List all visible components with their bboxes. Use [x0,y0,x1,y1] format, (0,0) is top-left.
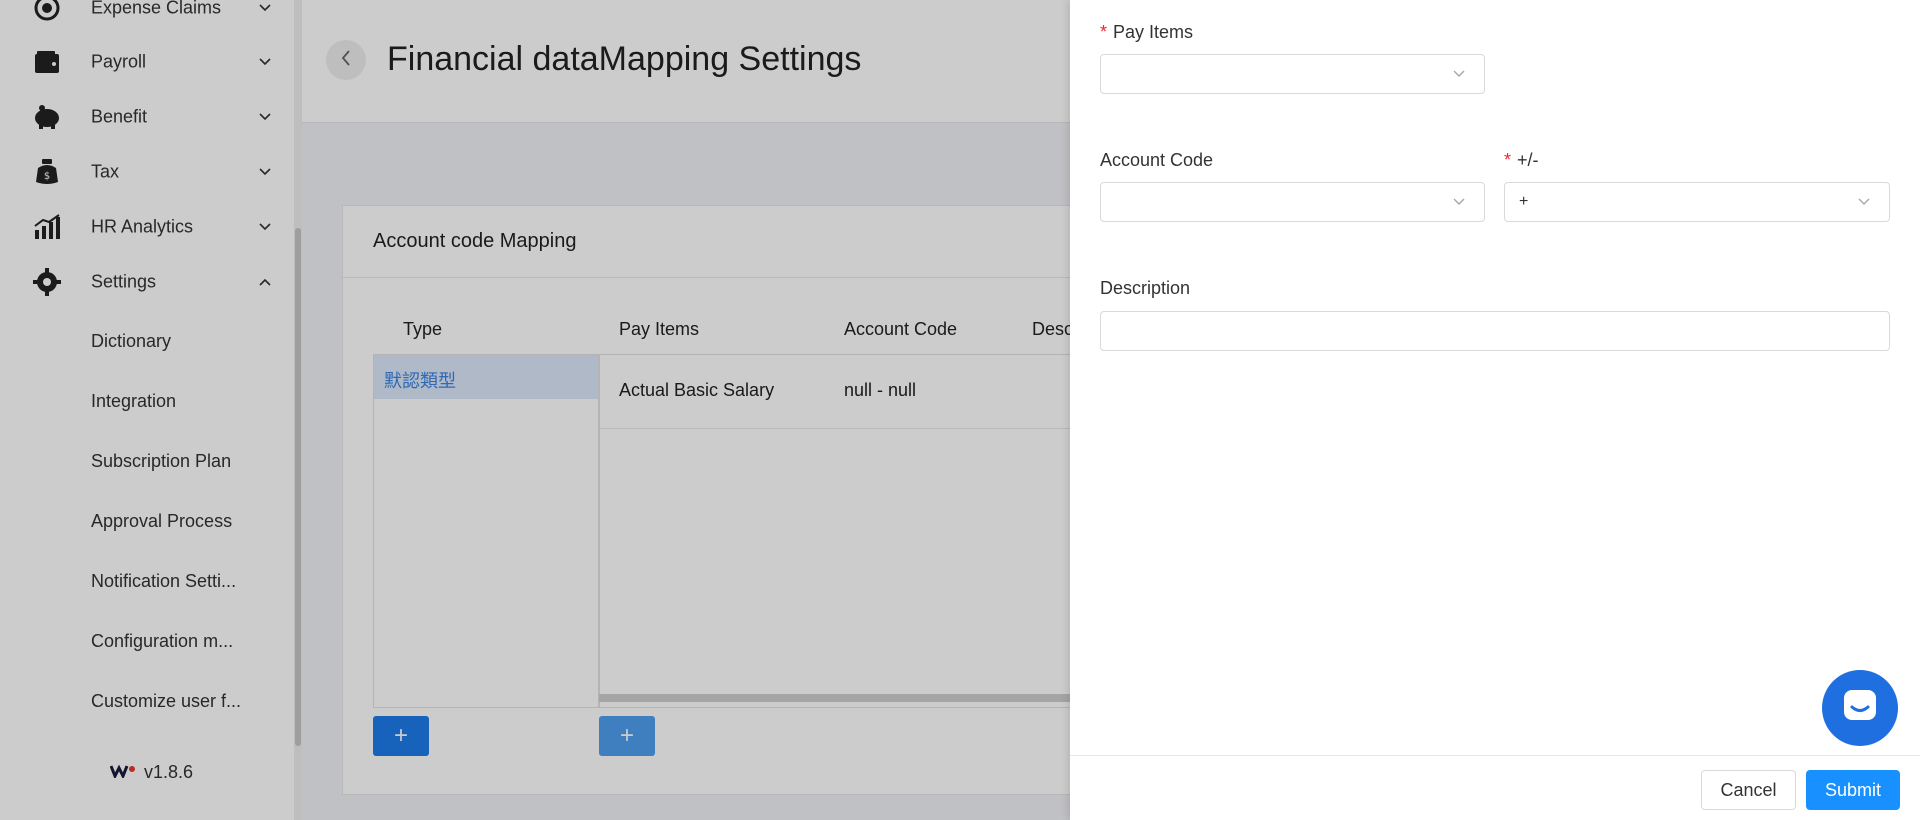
pay-items-label: * Pay Items [1100,22,1194,42]
description-label: Description [1100,278,1191,298]
sign-select[interactable]: + [1504,182,1890,222]
sign-value: + [1519,193,1529,210]
drawer-footer-divider [1070,755,1920,756]
chevron-down-icon [1452,195,1466,209]
chat-icon [1841,687,1879,730]
account-code-select[interactable] [1100,182,1485,222]
modal-overlay[interactable] [0,0,1070,820]
chevron-down-icon [1857,195,1871,209]
account-code-label: Account Code [1100,150,1214,170]
sign-label: * +/- [1504,150,1539,170]
mapping-form-drawer: * Pay Items Account Code * +/- + Descripti… [1070,0,1920,820]
pay-items-select[interactable] [1100,54,1485,94]
required-mark: * [1504,150,1512,170]
required-mark: * [1100,22,1108,42]
submit-button[interactable]: Submit [1806,770,1900,810]
chat-button[interactable] [1822,670,1898,746]
cancel-button[interactable]: Cancel [1701,770,1796,810]
description-input[interactable] [1100,311,1890,351]
chevron-down-icon [1452,67,1466,81]
